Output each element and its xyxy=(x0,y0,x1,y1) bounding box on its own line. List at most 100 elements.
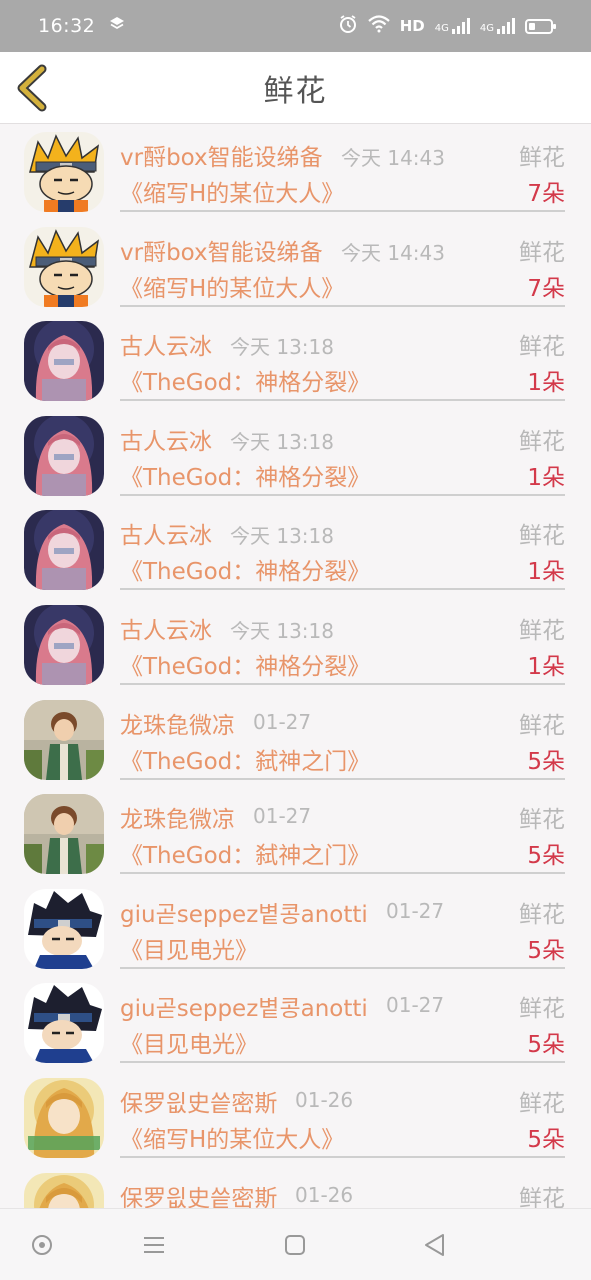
book-title[interactable]: 《TheGod：神格分裂》 xyxy=(120,458,370,492)
list-item[interactable]: 古人云冰 今天 13:18 鲜花《TheGod：神格分裂》 1朵 xyxy=(0,408,591,503)
page-title: 鲜花 xyxy=(263,73,328,109)
book-title[interactable]: 《TheGod：弑神之门》 xyxy=(120,742,370,776)
gift-type: 鲜花 xyxy=(519,712,565,739)
divider xyxy=(120,1155,565,1158)
list-item[interactable]: 古人云冰 今天 13:18 鲜花 《TheGod：神格分裂》 1朵 xyxy=(0,502,591,597)
timestamp: 01-27 xyxy=(253,709,312,734)
gift-type: 鲜花 xyxy=(519,807,565,834)
gift-type: 鲜花 xyxy=(519,145,565,171)
status-right: HD 4G 4G xyxy=(338,14,556,38)
home-button[interactable] xyxy=(281,1231,309,1259)
gift-type: 鲜花 xyxy=(519,428,565,455)
list-item[interactable]: 保罗읪史씉密斯 01-26 鲜花 《缩写H的某位大人》 5朵 xyxy=(0,1070,591,1165)
divider xyxy=(120,588,565,591)
avatar[interactable] xyxy=(24,510,104,591)
signal-1-label: 4G xyxy=(434,23,449,34)
home-icon xyxy=(285,1235,305,1255)
sender-name[interactable]: vr酹box智能设绨备 xyxy=(120,138,323,172)
avatar[interactable] xyxy=(24,321,104,402)
avatar[interactable] xyxy=(24,415,104,496)
nav-back-button[interactable] xyxy=(421,1231,449,1259)
timestamp: 今天 13:18 xyxy=(230,335,334,360)
wifi-icon xyxy=(367,15,390,37)
book-title[interactable]: 《TheGod：弑神之门》 xyxy=(120,836,370,870)
book-title[interactable]: 《缩写H的某位大人》 xyxy=(120,174,344,208)
flower-count: 1朵 xyxy=(527,653,565,680)
signal-icon: 4G xyxy=(480,18,515,34)
avatar[interactable] xyxy=(24,604,104,685)
divider xyxy=(120,682,565,685)
sender-name[interactable]: 古人云冰 xyxy=(120,327,212,361)
assistant-icon xyxy=(32,1235,52,1255)
gift-type: 鲜花 xyxy=(519,523,565,550)
flower-count: 7朵 xyxy=(527,181,565,207)
avatar[interactable] xyxy=(24,226,104,307)
list-item[interactable]: giu곧seppez볕콩anotti 01-27 鲜花 《目见电光》 5朵 xyxy=(0,975,591,1070)
divider xyxy=(120,304,565,307)
avatar[interactable] xyxy=(24,1172,104,1208)
sender-name[interactable]: vr酹box智能设绨备 xyxy=(120,233,323,267)
list-item[interactable]: 保罗읪史씉密斯 01-26 鲜花 xyxy=(0,1165,591,1208)
menu-button[interactable] xyxy=(140,1231,168,1259)
sender-name[interactable]: 古人云冰 xyxy=(120,422,212,456)
sender-name[interactable]: 龙珠㲋微凉 xyxy=(120,800,235,834)
list-item[interactable]: 古人云冰 今天 13:18 鲜花 《TheGod：神格分裂》 1朵 xyxy=(0,597,591,692)
book-title[interactable]: 《TheGod：神格分裂》 xyxy=(120,552,370,586)
sender-name[interactable]: 古人云冰 xyxy=(120,516,212,550)
list-item[interactable]: 龙珠㲋微凉 01-27 鲜花 《TheGod：弑神之门》 5朵 xyxy=(0,786,591,881)
back-icon xyxy=(425,1234,444,1256)
status-bar: 16:32 HD 4G 4G xyxy=(0,0,591,52)
divider xyxy=(120,1061,565,1064)
menu-icon xyxy=(144,1237,164,1253)
list-item[interactable]: vr酹box智能设绨备 今天 14:43 鲜花《缩写H的某位大人》 7朵 xyxy=(0,124,591,219)
timestamp: 今天 13:18 xyxy=(230,524,334,549)
avatar[interactable] xyxy=(24,888,104,969)
book-title[interactable]: 《目见电光》 xyxy=(120,1025,258,1059)
gift-type: 鲜花 xyxy=(519,239,565,266)
list-item[interactable]: 龙珠㲋微凉 01-27 鲜花《TheGod：弑神之门》 5朵 xyxy=(0,692,591,787)
avatar[interactable] xyxy=(24,794,104,875)
divider xyxy=(120,777,565,780)
avatar[interactable] xyxy=(24,1077,104,1158)
list-item[interactable]: giu곧seppez볕콩anotti 01-27 鲜花 《目见电光》 5朵 xyxy=(0,881,591,976)
flower-count: 5朵 xyxy=(527,1032,565,1059)
sender-name[interactable]: 保罗읪史씉密斯 xyxy=(120,1179,277,1208)
list-item[interactable]: 古人云冰 今天 13:18 鲜花 《TheGod：神格分裂》 1朵 xyxy=(0,313,591,408)
flower-count: 1朵 xyxy=(527,464,565,491)
book-title[interactable]: 《目见电光》 xyxy=(120,931,258,965)
flower-count: 5朵 xyxy=(527,843,565,870)
book-title[interactable]: 《缩写H的某位大人》 xyxy=(120,1120,344,1154)
status-left: 16:32 xyxy=(38,15,125,37)
flower-count: 5朵 xyxy=(527,1126,565,1153)
flower-count: 5朵 xyxy=(527,748,565,775)
list-item[interactable]: vr酹box智能设绨备 今天 14:43 鲜花 《缩写H的某位大人》 7朵 xyxy=(0,219,591,314)
timestamp: 今天 13:18 xyxy=(230,429,334,454)
avatar[interactable] xyxy=(24,699,104,780)
sender-name[interactable]: 古人云冰 xyxy=(120,611,212,645)
signal-2-label: 4G xyxy=(479,23,494,34)
timestamp: 今天 14:43 xyxy=(341,146,445,170)
sender-name[interactable]: giu곧seppez볕콩anotti xyxy=(120,895,368,929)
sender-name[interactable]: giu곧seppez볕콩anotti xyxy=(120,989,368,1023)
avatar[interactable] xyxy=(24,132,104,212)
avatar[interactable] xyxy=(24,983,104,1064)
timestamp: 01-27 xyxy=(386,898,445,923)
gift-type: 鲜花 xyxy=(519,334,565,361)
timestamp: 今天 14:43 xyxy=(341,240,445,265)
book-title[interactable]: 《TheGod：神格分裂》 xyxy=(120,647,370,681)
divider xyxy=(120,872,565,875)
back-button[interactable] xyxy=(12,64,60,112)
assistant-button[interactable] xyxy=(28,1231,56,1259)
sender-name[interactable]: 保罗읪史씉密斯 xyxy=(120,1084,277,1118)
battery-icon xyxy=(525,18,556,34)
timestamp: 今天 13:18 xyxy=(230,618,334,643)
sender-name[interactable]: 龙珠㲋微凉 xyxy=(120,706,235,740)
gift-type: 鲜花 xyxy=(519,996,565,1023)
book-title[interactable]: 《TheGod：神格分裂》 xyxy=(120,363,370,397)
nav-bar xyxy=(0,1208,591,1280)
gift-type: 鲜花 xyxy=(519,1090,565,1117)
book-title[interactable]: 《缩写H的某位大人》 xyxy=(120,269,344,303)
title-bar: 鲜花 xyxy=(0,52,591,124)
signal-icon: 4G xyxy=(435,18,470,34)
gift-type: 鲜花 xyxy=(519,1185,565,1208)
